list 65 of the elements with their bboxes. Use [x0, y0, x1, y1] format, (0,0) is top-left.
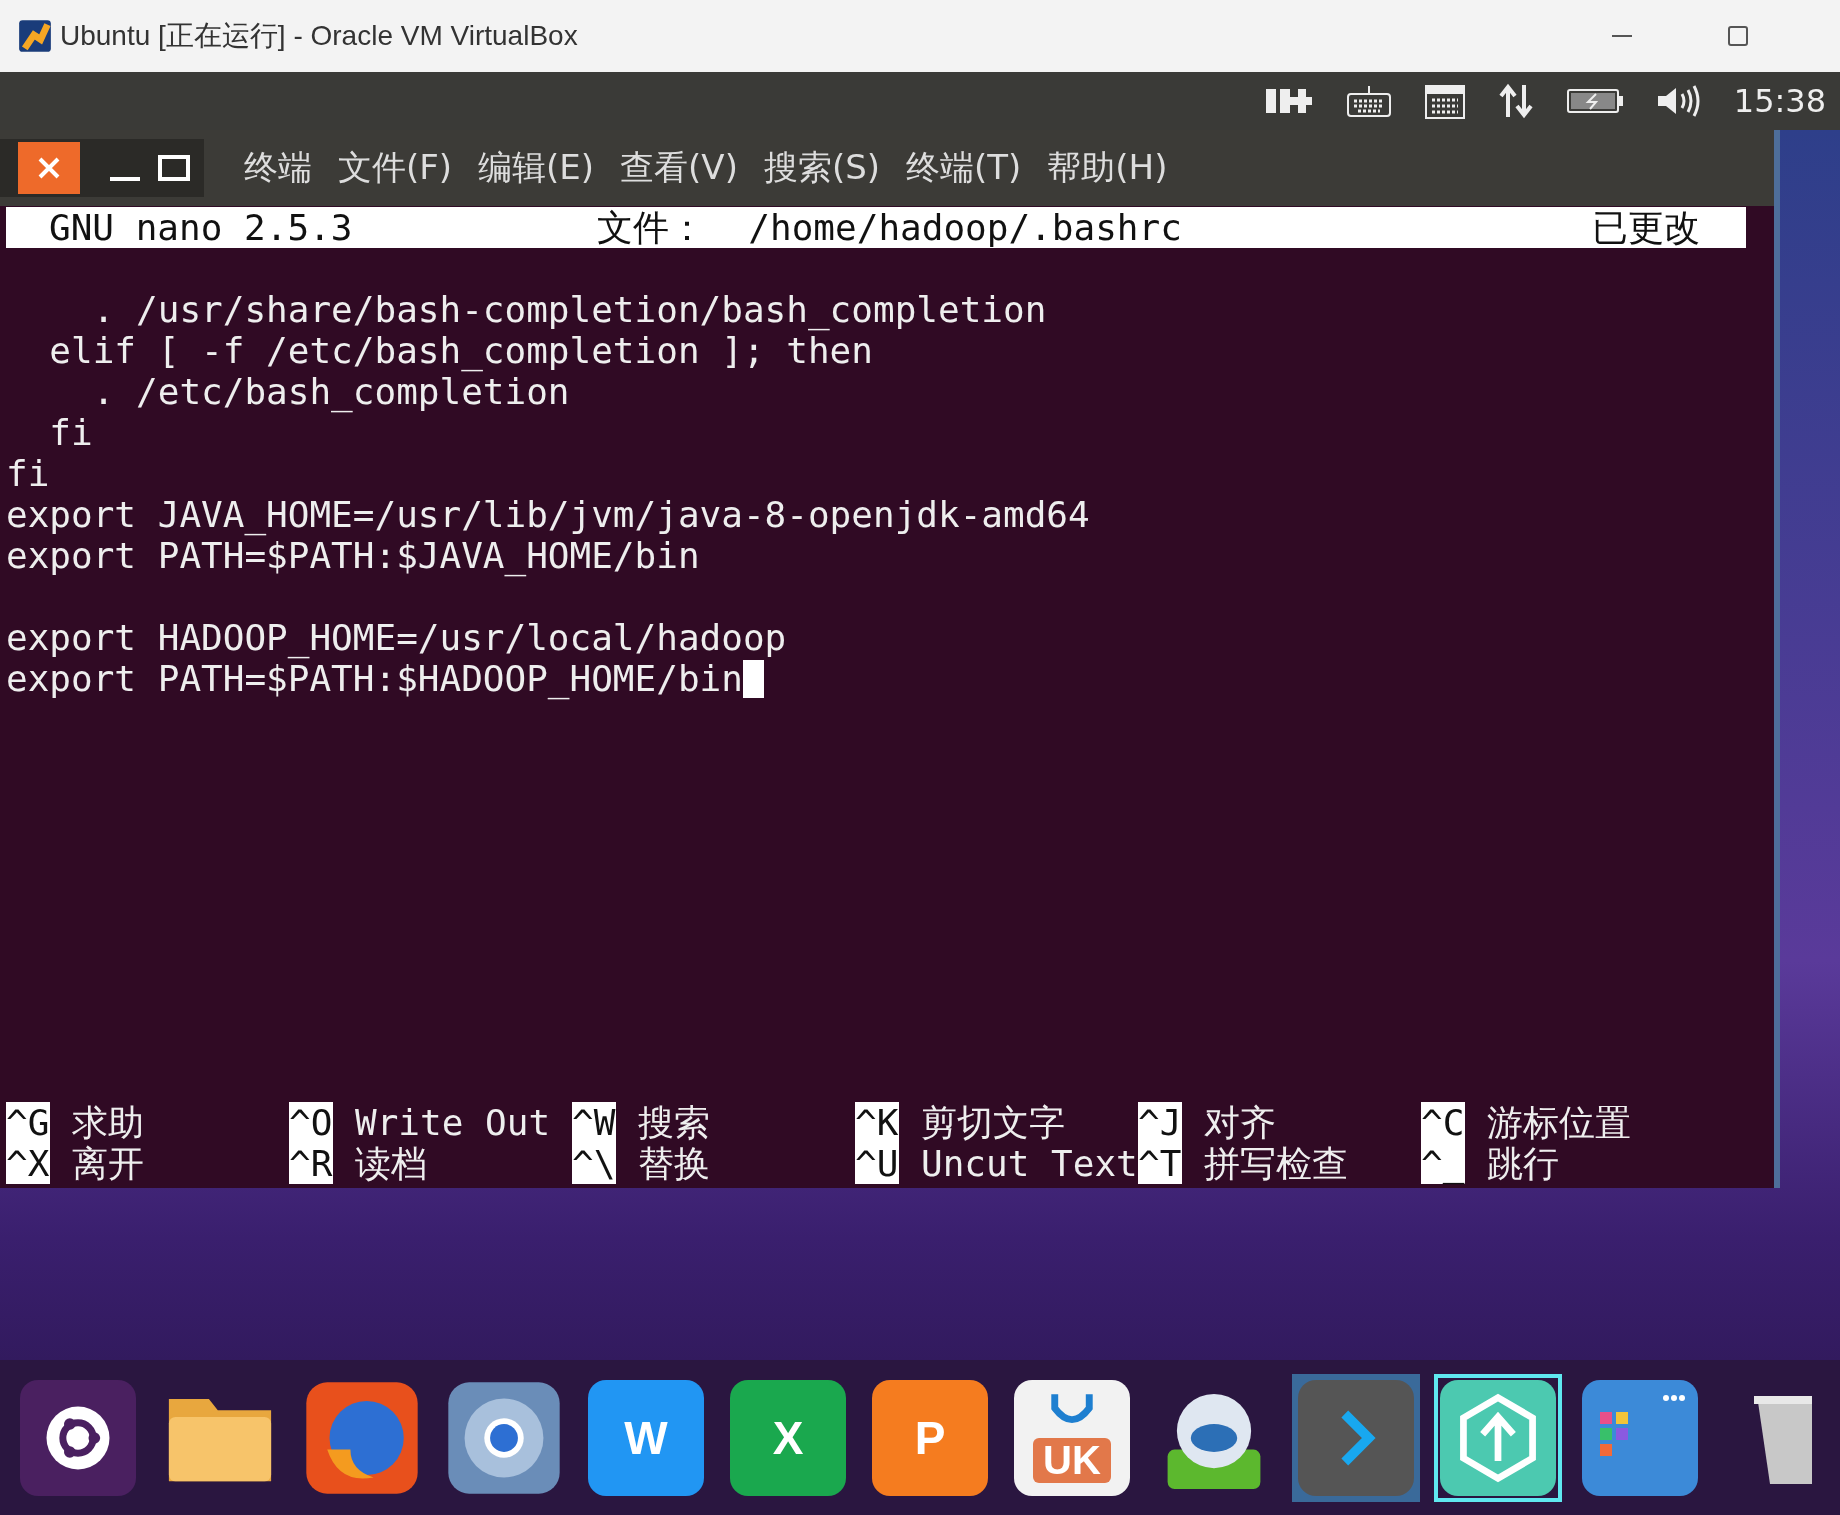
- shortcut-key: ^O: [289, 1102, 333, 1143]
- shortcut-label: 剪切文字: [921, 1102, 1065, 1143]
- modified-status: 已更改: [1592, 207, 1700, 248]
- shortcut-label: 离开: [72, 1143, 144, 1184]
- text-cursor: [742, 659, 764, 698]
- app-letter: W: [624, 1410, 668, 1465]
- ubuntu-logo-icon: [20, 1379, 136, 1496]
- code-line: fi: [48, 412, 93, 453]
- menu-item[interactable]: 终端(T): [906, 145, 1022, 191]
- menu-item[interactable]: 查看(V): [620, 145, 738, 191]
- app-logo-icon: [18, 19, 52, 53]
- clock[interactable]: 15:38: [1733, 82, 1826, 120]
- window-title: Ubuntu [正在运行] - Oracle VM VirtualBox: [60, 19, 579, 53]
- volume-icon[interactable]: [1655, 84, 1702, 118]
- file-path: 文件： /home/hadoop/.bashrc: [597, 207, 1183, 248]
- shortcut-label: Write Out: [355, 1102, 551, 1143]
- menu-item[interactable]: 终端: [244, 145, 312, 191]
- shortcut-label: Uncut Text: [921, 1143, 1138, 1184]
- shortcut-key: ^K: [855, 1102, 899, 1143]
- menu-item[interactable]: 文件(F): [338, 145, 453, 191]
- fox-globe-icon: [304, 1379, 420, 1496]
- app-window-icon: [1582, 1379, 1698, 1496]
- code-line: fi: [6, 453, 50, 494]
- app-letter: X: [772, 1410, 804, 1465]
- shortcut-key: ^_: [1421, 1143, 1465, 1184]
- maximize-icon[interactable]: [1728, 26, 1748, 46]
- transfer-arrows-icon[interactable]: [1497, 83, 1534, 119]
- minimize-icon[interactable]: [1612, 34, 1632, 38]
- shortcut-label: 读档: [355, 1143, 427, 1184]
- editor-version: GNU nano 2.5.3: [49, 207, 354, 248]
- code-line: export PATH=$PATH:$HADOOP_HOME/bin: [6, 658, 743, 699]
- code-line: export HADOOP_HOME=/usr/local/hadoop: [6, 617, 787, 658]
- code-line: export JAVA_HOME=/usr/lib/jvm/java-8-openjdk-amd64: [6, 494, 1090, 535]
- app-letters: UK: [1033, 1438, 1111, 1483]
- dock-item[interactable]: [1434, 1373, 1562, 1502]
- shortcut-key: ^T: [1138, 1143, 1182, 1184]
- shortcut-label: 对齐: [1204, 1102, 1276, 1143]
- shortcut-key: ^X: [6, 1143, 50, 1184]
- shortcut-label: 搜索: [638, 1102, 710, 1143]
- shortcut-label: 替换: [638, 1143, 710, 1184]
- shortcut-key: ^G: [6, 1102, 50, 1143]
- battery-icon[interactable]: [1565, 87, 1624, 115]
- menu-item[interactable]: 编辑(E): [478, 145, 595, 191]
- calendar-icon[interactable]: [1423, 82, 1466, 120]
- app-letter: P: [914, 1410, 946, 1465]
- code-line: . /usr/share/bash-completion/bash_completion: [91, 289, 1047, 330]
- shortcut-label: 跳行: [1487, 1143, 1559, 1184]
- shortcut-key: ^J: [1138, 1102, 1182, 1143]
- chevron-right-icon: [1298, 1379, 1414, 1496]
- shortcut-key: ^\: [572, 1143, 616, 1184]
- shortcut-key: ^C: [1421, 1102, 1465, 1143]
- menu-item[interactable]: 帮助(H): [1047, 145, 1168, 191]
- shortcut-label: 拼写检查: [1204, 1143, 1348, 1184]
- shortcut-key: ^R: [289, 1143, 333, 1184]
- code-line: . /etc/bash_completion: [91, 371, 570, 412]
- shortcut-key: ^U: [855, 1143, 899, 1184]
- shortcut-key: ^W: [572, 1102, 616, 1143]
- shortcut-label: 游标位置: [1487, 1102, 1631, 1143]
- keyboard-icon[interactable]: [1345, 84, 1392, 118]
- menu-item[interactable]: 搜索(S): [763, 145, 881, 191]
- globe-icon: [446, 1379, 562, 1496]
- shortcut-label: 求助: [72, 1102, 144, 1143]
- code-line: elif [ -f /etc/bash_completion ]; then: [48, 330, 873, 371]
- close-button[interactable]: [18, 142, 80, 194]
- code-line: export PATH=$PATH:$JAVA_HOME/bin: [6, 535, 700, 576]
